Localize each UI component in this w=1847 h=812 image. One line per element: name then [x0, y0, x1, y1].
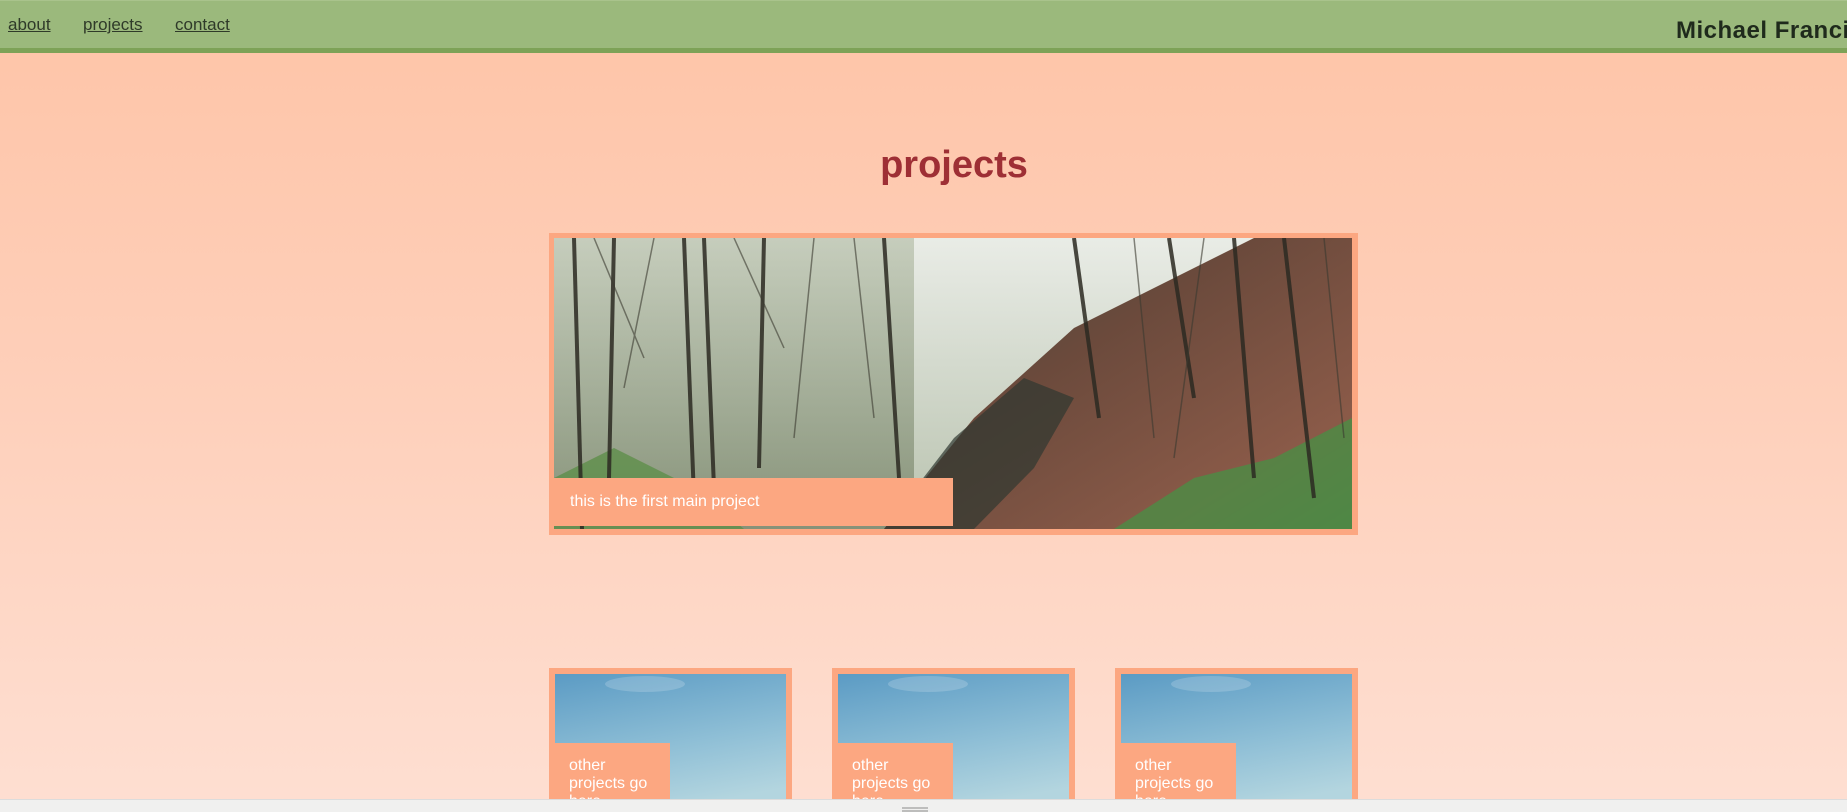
top-nav-bar: about projects contact Michael Francis: [0, 0, 1847, 53]
main-project-card[interactable]: this is the first main project: [549, 233, 1358, 535]
page-title: projects: [880, 144, 1028, 186]
project-card-2[interactable]: other projects go here: [832, 668, 1075, 812]
bottom-resize-strip[interactable]: [0, 799, 1847, 812]
nav-link-contact[interactable]: contact: [175, 15, 230, 35]
grip-lines-icon[interactable]: [902, 807, 928, 812]
site-brand-name: Michael Francis: [1676, 17, 1847, 44]
main-project-caption: this is the first main project: [549, 478, 953, 526]
project-card-3[interactable]: other projects go here: [1115, 668, 1358, 812]
nav-link-about[interactable]: about: [8, 15, 51, 35]
project-card-1[interactable]: other projects go here: [549, 668, 792, 812]
nav-link-projects[interactable]: projects: [83, 15, 143, 35]
